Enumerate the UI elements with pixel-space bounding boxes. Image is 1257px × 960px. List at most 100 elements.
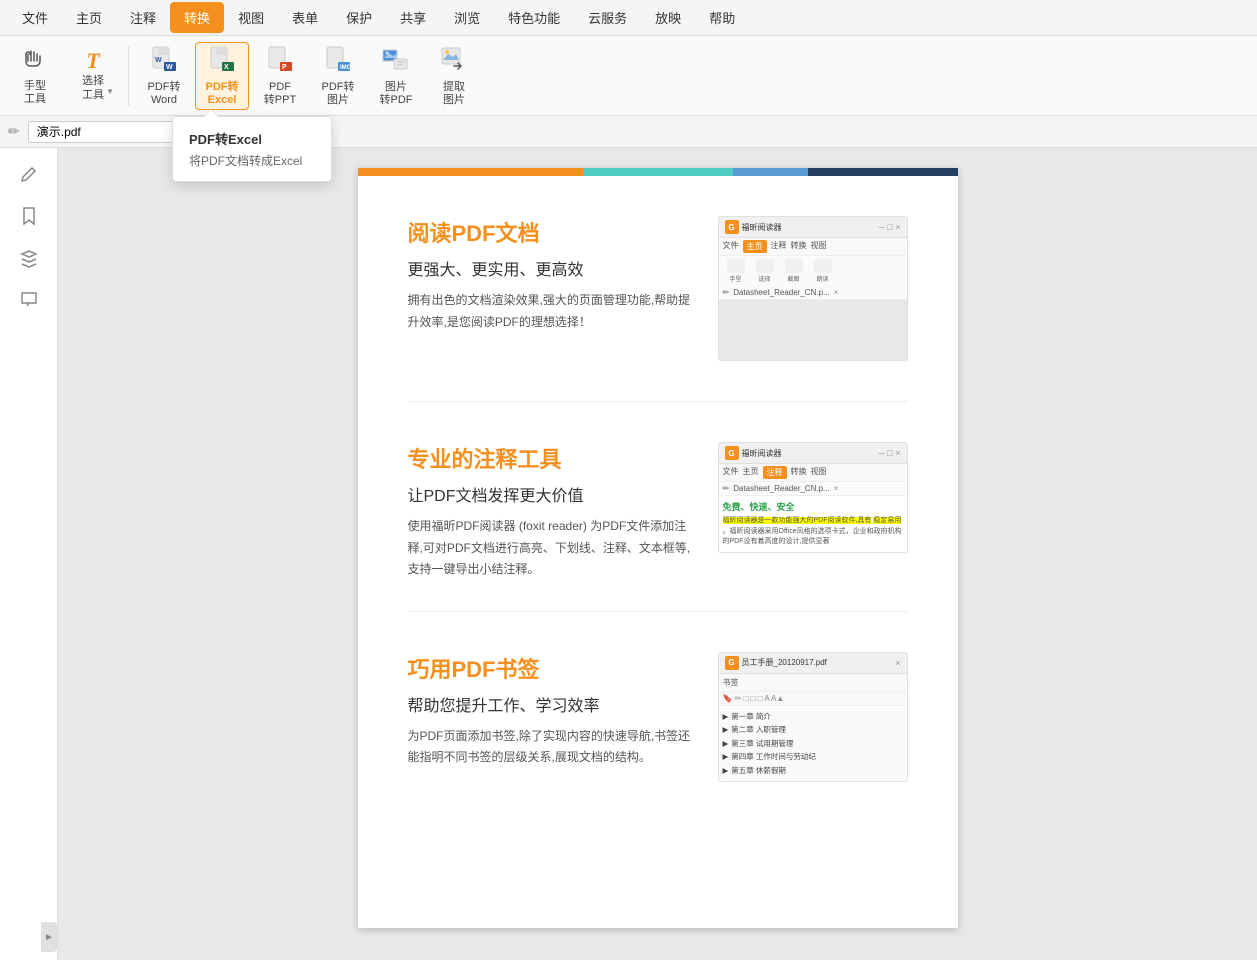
app-preview-annotate: G 福昕阅读器 ─ □ × 文件 主页 注释 (718, 442, 908, 553)
menu-help[interactable]: 帮助 (695, 2, 749, 33)
pdf-section-bookmark: G 员工手册_20120917.pdf × 书签 🔖 ✏ □ □ □ A A▲ (408, 652, 908, 823)
sidebar-comment-button[interactable] (9, 282, 49, 318)
app-preview-read: G 福昕阅读器 ─ □ × 文件 主页 注释 (718, 216, 908, 361)
app-file-tab: ✏ Datasheet_Reader_CN.p... × (719, 286, 907, 300)
main-content: ► G 福昕阅读器 (0, 148, 1257, 960)
foxit-icon: G (725, 220, 739, 234)
pdf-excel-icon: X (207, 44, 237, 80)
app-doc-annotate: 免费、快速、安全 福昕阅读器是一款功能强大的PDF阅读软件,具有 稳定易用 。福… (719, 496, 907, 552)
menu-browse[interactable]: 浏览 (440, 2, 494, 33)
tab-annotate-1: 注释 (771, 240, 787, 253)
tab-view-1: 视图 (811, 240, 827, 253)
svg-text:IMG: IMG (340, 65, 352, 71)
pdf-section-read: G 福昕阅读器 ─ □ × 文件 主页 注释 (408, 216, 908, 402)
sidebar-bookmark-button[interactable] (9, 198, 49, 234)
svg-text:P: P (282, 64, 287, 71)
color-bar (358, 168, 958, 176)
bookmark-item-4: ▶第四章 工作时间与劳动纪 (723, 750, 903, 764)
toolbar: 手型 工具 T 选择 工具 ▼ W W PDF转 Word X (0, 36, 1257, 116)
highlighted-span: 福昕阅读器是一款功能强大的PDF阅读软件,具有 (723, 517, 872, 524)
app-preview-header-1: G 福昕阅读器 ─ □ × (719, 217, 907, 238)
sidebar-layers-button[interactable] (9, 240, 49, 276)
pdf-word-label: PDF转 Word (148, 81, 181, 107)
select-tool-label: 选择 工具 (82, 75, 104, 101)
color-bar-blue (733, 168, 808, 176)
bookmark-item-2: ▶第二章 入职管理 (723, 723, 903, 737)
menu-view[interactable]: 视图 (224, 2, 278, 33)
tab-file-1: 文件 (723, 240, 739, 253)
tab-home-2: 主页 (743, 466, 759, 479)
pdf-image-label: PDF转 图片 (322, 81, 355, 107)
app-name-1: 福昕阅读器 (742, 222, 782, 233)
select-tool-button[interactable]: T 选择 工具 ▼ (66, 42, 120, 110)
app-name-3: 员工手册_20120917.pdf (742, 657, 827, 668)
document-area: G 福昕阅读器 ─ □ × 文件 主页 注释 (58, 148, 1257, 960)
bookmark-title-bar: 书签 (719, 674, 907, 692)
app-doc-preview (719, 300, 907, 360)
annotate-preview-text: 福昕阅读器是一款功能强大的PDF阅读软件,具有 稳定易用 。福昕阅读器采用Off… (723, 516, 903, 548)
left-sidebar: ► (0, 148, 58, 960)
menu-share[interactable]: 共享 (386, 2, 440, 33)
pdf-to-ppt-button[interactable]: P PDF 转PPT (253, 42, 307, 110)
sidebar-edit-button[interactable] (9, 156, 49, 192)
app-preview-bookmark: G 员工手册_20120917.pdf × 书签 🔖 ✏ □ □ □ A A▲ (718, 652, 908, 783)
svg-text:W: W (155, 57, 162, 64)
select-arrow-icon: ▼ (106, 87, 114, 96)
app-btn-copy: 截图 (781, 259, 807, 283)
extract-label: 提取 图片 (443, 81, 465, 107)
bm-btn-1: 🔖 ✏ □ □ □ A A▲ (723, 694, 785, 703)
foxit-icon-2: G (725, 446, 739, 460)
app-file-tab-2: ✏ Datasheet_Reader_CN.p... × (719, 482, 907, 496)
pdf-section-annotate: G 福昕阅读器 ─ □ × 文件 主页 注释 (408, 442, 908, 612)
window-controls-3: × (895, 658, 900, 668)
bookmark-item-5: ▶第五章 休薪假期 (723, 764, 903, 778)
bookmark-item-1: ▶第一章 简介 (723, 710, 903, 724)
extract-image-button[interactable]: 提取 图片 (427, 42, 481, 110)
app-btn-hand: 手型 (723, 259, 749, 283)
hand-tool-button[interactable]: 手型 工具 (8, 42, 62, 110)
normal-text: 。福昕阅读器采用Office风格的选项卡式，企业和政府机构的PDF设有着高度的设… (723, 528, 902, 546)
pdf-to-image-button[interactable]: IMG PDF转 图片 (311, 42, 365, 110)
dropdown-title: PDF转Excel (189, 129, 315, 148)
pdf-content: G 福昕阅读器 ─ □ × 文件 主页 注释 (358, 176, 958, 902)
menu-protect[interactable]: 保护 (332, 2, 386, 33)
tab-convert-1: 转换 (791, 240, 807, 253)
hand-icon (21, 45, 49, 79)
tab-file-2: 文件 (723, 466, 739, 479)
color-bar-navy (808, 168, 958, 176)
menu-cloud[interactable]: 云服务 (574, 2, 641, 33)
edit-icon: ✏ (8, 123, 20, 140)
pdf-image-icon: IMG (323, 44, 353, 80)
menu-annotate[interactable]: 注释 (116, 2, 170, 33)
toolbar-separator-1 (128, 46, 129, 106)
menu-present[interactable]: 放映 (641, 2, 695, 33)
menu-forms[interactable]: 表单 (278, 2, 332, 33)
tab-view-2: 视图 (811, 466, 827, 479)
color-bar-teal (583, 168, 733, 176)
pdf-to-excel-button[interactable]: X PDF转 Excel (195, 42, 249, 110)
pdf-excel-label: PDF转 Excel (206, 81, 239, 107)
highlighted-span-2: 稳定易用 (873, 517, 901, 524)
foxit-icon-3: G (725, 656, 739, 670)
menu-bar: 文件 主页 注释 转换 视图 表单 保护 共享 浏览 特色功能 云服务 放映 帮… (0, 0, 1257, 36)
app-tabs-2: 文件 主页 注释 转换 视图 (719, 464, 907, 482)
pdf-ppt-label: PDF 转PPT (264, 81, 296, 107)
menu-convert[interactable]: 转换 (170, 2, 224, 33)
hand-tool-label: 手型 工具 (24, 80, 46, 106)
app-preview-header-3: G 员工手册_20120917.pdf × (719, 653, 907, 674)
menu-features[interactable]: 特色功能 (494, 2, 574, 33)
tab-convert-2: 转换 (791, 466, 807, 479)
app-preview-header-2: G 福昕阅读器 ─ □ × (719, 443, 907, 464)
tab-annotate-2: 注释 (763, 466, 787, 479)
select-icon: T (86, 49, 99, 73)
menu-home[interactable]: 主页 (62, 2, 116, 33)
highlight-text: 免费、快速、安全 (723, 500, 903, 513)
pdf-page: G 福昕阅读器 ─ □ × 文件 主页 注释 (358, 168, 958, 928)
sidebar-collapse-button[interactable]: ► (41, 922, 57, 952)
bookmark-list: ▶第一章 简介 ▶第二章 入职管理 ▶第三章 试用期管理 ▶第四章 工作时间与劳… (719, 706, 907, 782)
image-to-pdf-button[interactable]: 图片 转PDF (369, 42, 423, 110)
app-btn-print: 朗读 (810, 259, 836, 283)
image-pdf-label: 图片 转PDF (380, 81, 413, 107)
pdf-to-word-button[interactable]: W W PDF转 Word (137, 42, 191, 110)
menu-file[interactable]: 文件 (8, 2, 62, 33)
